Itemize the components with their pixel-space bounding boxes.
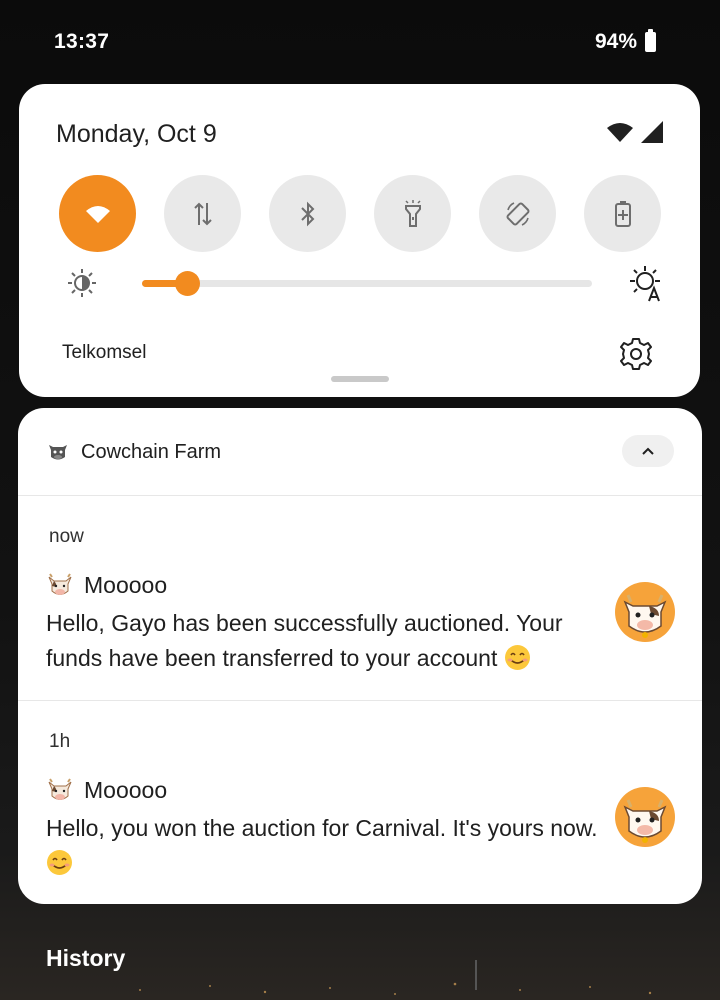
battery-icon xyxy=(645,29,656,52)
notification-item[interactable]: now Mooooo Hello, Gayo has been successf… xyxy=(18,496,702,701)
notification-time: now xyxy=(49,526,84,547)
cellular-signal-icon xyxy=(641,121,663,143)
bluetooth-icon xyxy=(300,201,314,226)
wifi-icon xyxy=(85,205,110,223)
notification-body: Hello, Gayo has been successfully auctio… xyxy=(46,606,606,676)
cow-app-icon xyxy=(49,445,67,460)
flashlight-icon xyxy=(404,199,421,227)
tile-battery-saver[interactable] xyxy=(584,175,661,252)
tile-bluetooth[interactable] xyxy=(269,175,346,252)
cow-avatar xyxy=(615,787,675,847)
carrier-label: Telkomsel xyxy=(62,342,147,363)
collapse-button[interactable] xyxy=(622,435,674,467)
tile-mobile-data[interactable] xyxy=(164,175,241,252)
notification-header[interactable]: Cowchain Farm xyxy=(18,408,702,496)
app-name: Cowchain Farm xyxy=(81,441,222,463)
tile-flashlight[interactable] xyxy=(374,175,451,252)
brightness-slider[interactable] xyxy=(142,271,592,296)
notification-item[interactable]: 1h Mooooo Hello, you won the auction for… xyxy=(18,701,702,904)
brightness-low-icon xyxy=(68,269,96,297)
tile-wifi[interactable] xyxy=(59,175,136,252)
battery-percent: 94% xyxy=(594,30,637,53)
auto-rotate-icon xyxy=(506,201,529,226)
quick-settings-panel: Monday, Oct 9 Telkomsel xyxy=(19,84,700,397)
chevron-up-icon xyxy=(642,447,654,455)
cow-mascot-icon xyxy=(623,594,667,638)
smiling-face-icon xyxy=(47,850,72,875)
cow-mascot-icon xyxy=(623,799,667,843)
notification-title: Mooooo xyxy=(84,777,168,803)
date-label: Monday, Oct 9 xyxy=(56,120,217,148)
notification-title: Mooooo xyxy=(84,572,168,598)
clock: 13:37 xyxy=(54,30,110,53)
auto-brightness-icon[interactable] xyxy=(627,264,667,304)
cow-emoji-icon xyxy=(48,572,72,595)
cow-emoji-icon xyxy=(48,777,72,800)
history-button[interactable]: History xyxy=(46,945,125,972)
notification-text: Hello, you won the auction for Carnival.… xyxy=(46,815,598,841)
notification-title-row: Mooooo xyxy=(46,777,167,804)
notification-text: Hello, Gayo has been successfully auctio… xyxy=(46,610,563,671)
quick-tiles xyxy=(59,175,661,253)
brightness-thumb[interactable] xyxy=(175,271,200,296)
notification-title-row: Mooooo xyxy=(46,572,167,599)
data-transfer-icon xyxy=(193,202,212,225)
notification-body: Hello, you won the auction for Carnival.… xyxy=(46,811,606,881)
battery-saver-icon xyxy=(614,200,631,227)
drag-handle[interactable] xyxy=(331,376,389,382)
smiling-face-icon xyxy=(504,645,530,670)
brightness-row xyxy=(19,264,700,304)
cow-avatar xyxy=(615,582,675,642)
status-bar: 13:37 94% xyxy=(0,0,720,84)
tile-auto-rotate[interactable] xyxy=(479,175,556,252)
wifi-signal-icon xyxy=(607,123,633,142)
notification-time: 1h xyxy=(49,731,71,752)
notification-group: Cowchain Farm now Mooooo Hello, Gayo has… xyxy=(18,408,702,904)
battery-indicator: 94% xyxy=(594,29,656,54)
signal-indicators xyxy=(606,120,664,144)
settings-gear-icon[interactable] xyxy=(618,336,654,372)
